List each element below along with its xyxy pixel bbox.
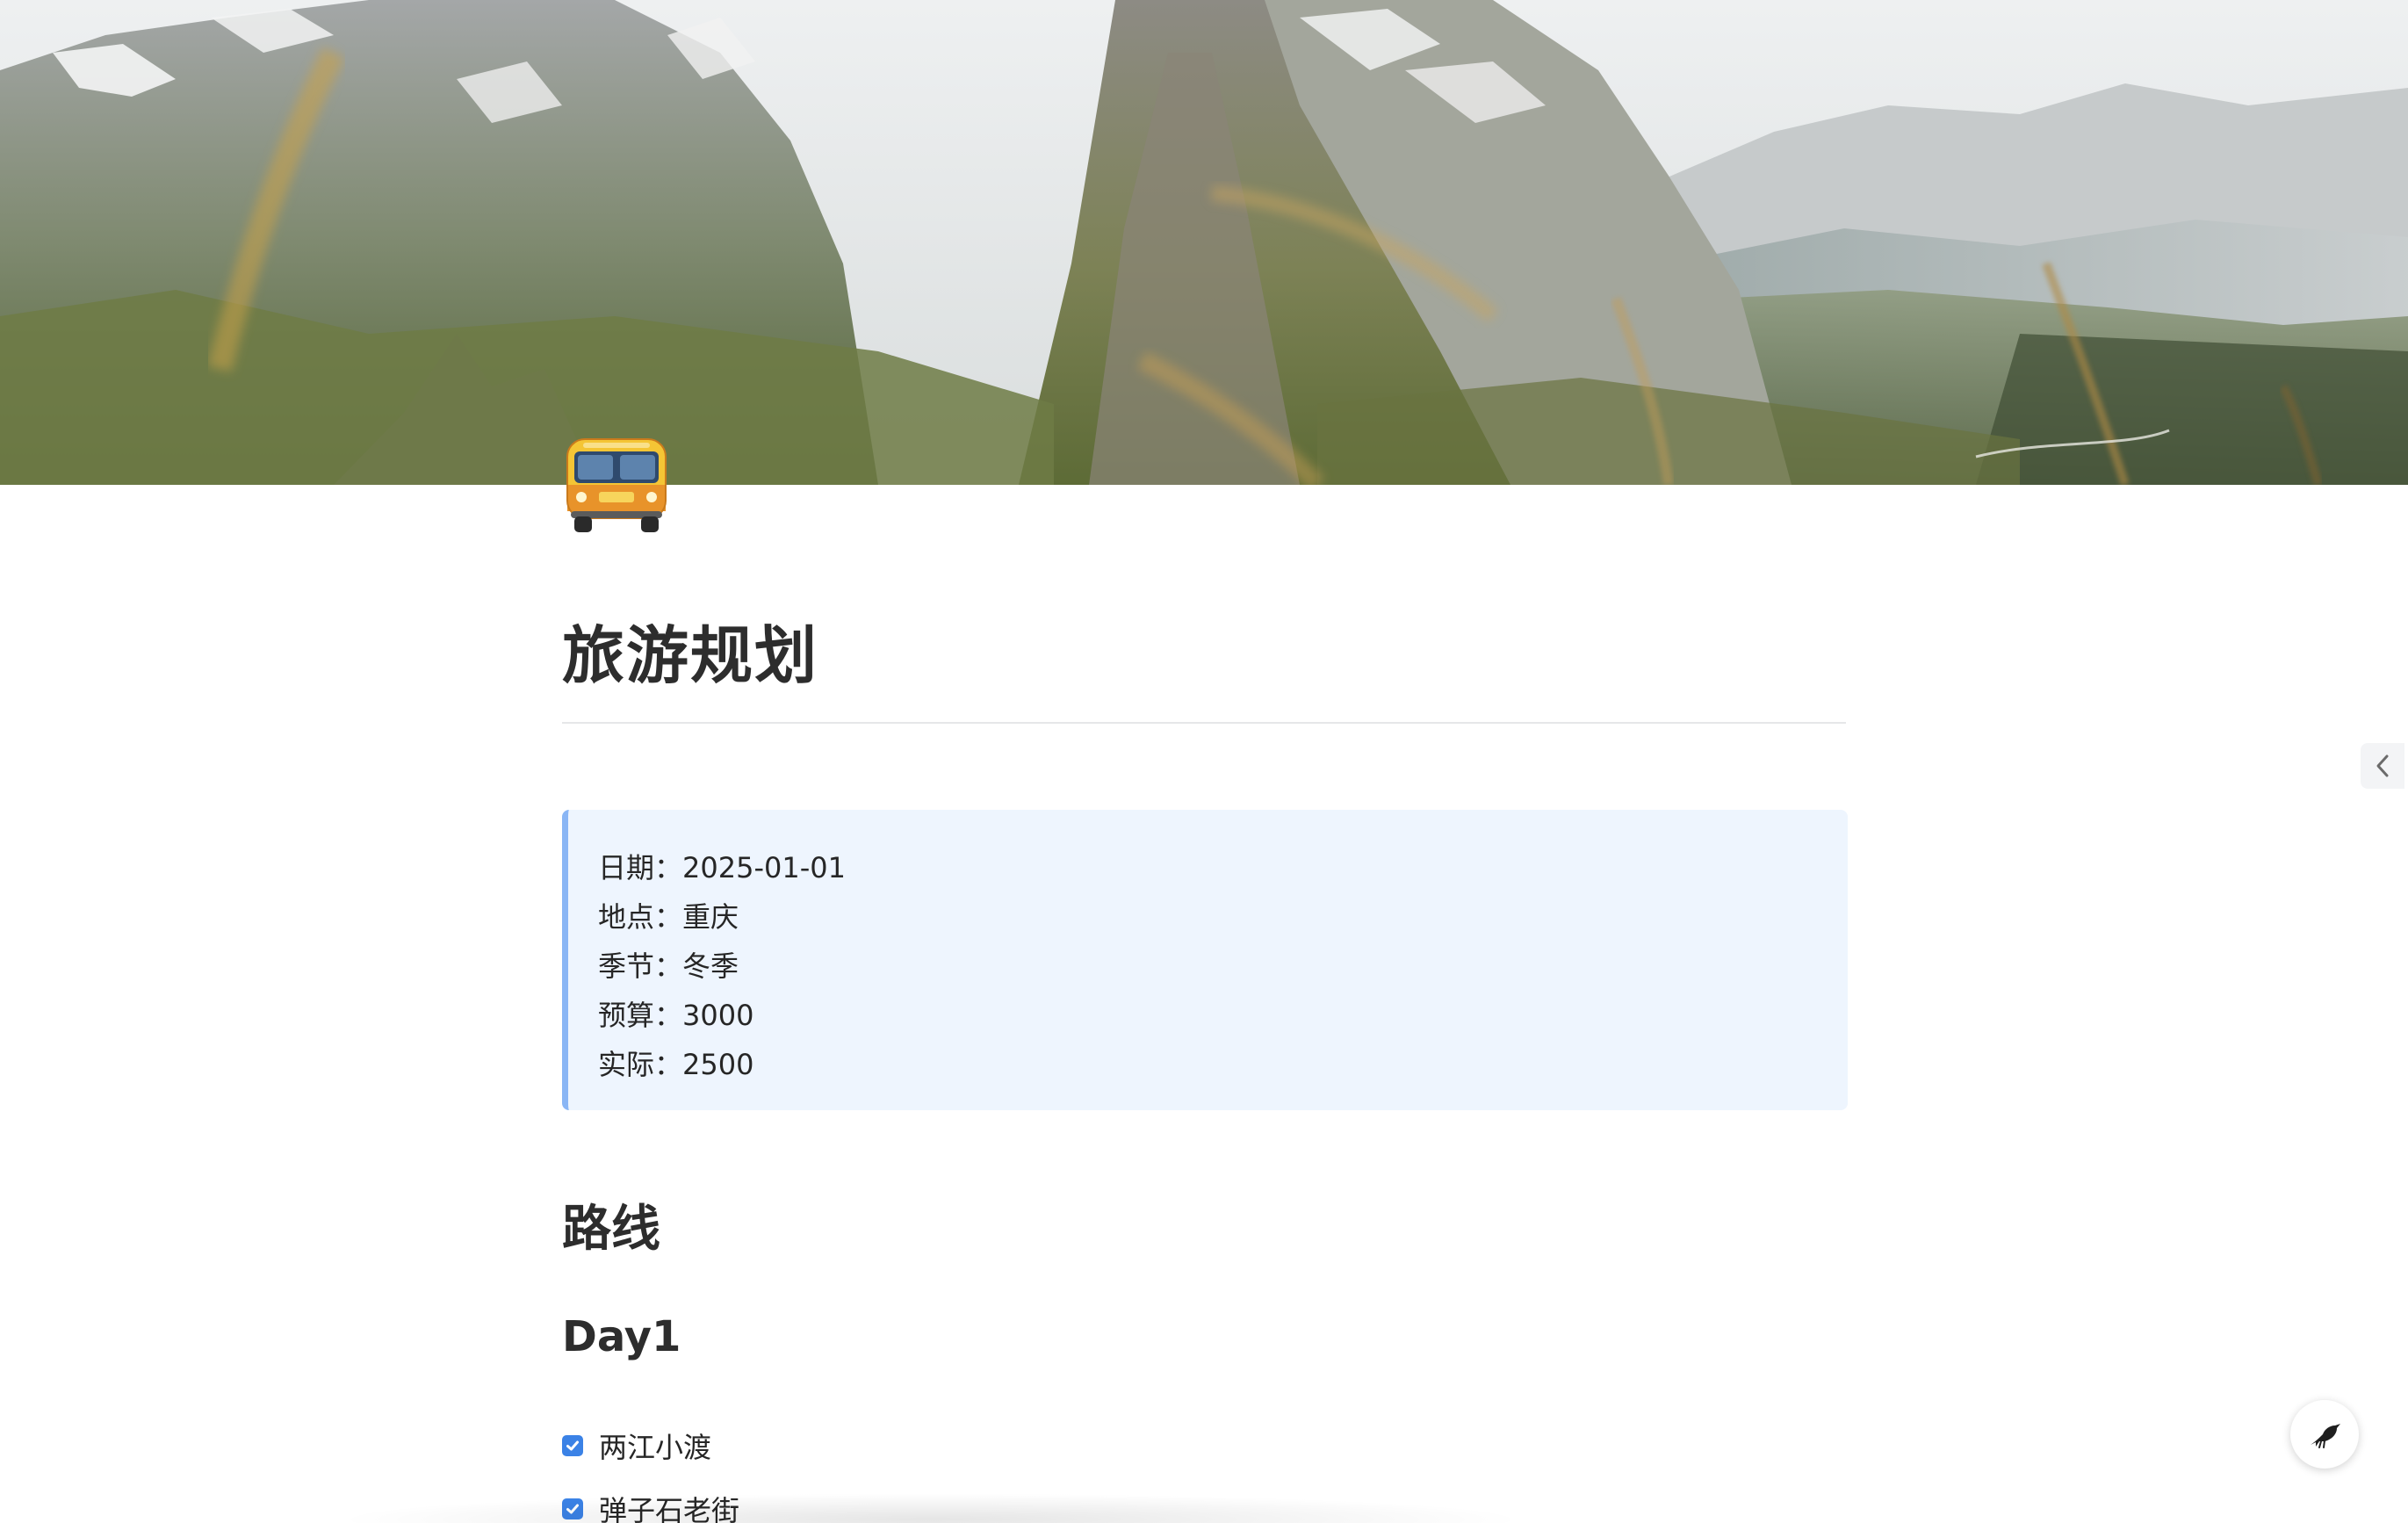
- callout-line-date[interactable]: 日期：2025-01-01: [598, 843, 1848, 892]
- mountain-landscape-image: [0, 0, 2408, 485]
- bird-icon: [2311, 1424, 2340, 1448]
- callout-line-location[interactable]: 地点：重庆: [598, 892, 1848, 942]
- chevron-left-icon: [2376, 754, 2389, 777]
- todo-item[interactable]: 两江小渡: [562, 1425, 711, 1467]
- info-callout[interactable]: 日期：2025-01-01 地点：重庆 季节：冬季 预算：3000 实际：250…: [562, 810, 1848, 1110]
- cover-image[interactable]: [0, 0, 2408, 485]
- route-heading[interactable]: 路线: [562, 1189, 660, 1260]
- page-title[interactable]: 旅游规划: [562, 606, 818, 696]
- check-icon: [566, 1440, 579, 1451]
- season-label: 季节：: [598, 949, 683, 983]
- season-value: 冬季: [682, 949, 739, 983]
- callout-line-actual[interactable]: 实际：2500: [598, 1040, 1848, 1089]
- location-label: 地点：: [598, 900, 683, 934]
- date-value: 2025-01-01: [682, 851, 846, 884]
- callout-line-season[interactable]: 季节：冬季: [598, 942, 1848, 991]
- day1-heading[interactable]: Day1: [562, 1312, 681, 1361]
- title-divider: [562, 722, 1846, 724]
- actual-label: 实际：: [598, 1048, 683, 1081]
- page: 旅游规划 日期：2025-01-01 地点：重庆 季节：冬季 预算：3000 实…: [0, 0, 2408, 1523]
- actual-value: 2500: [682, 1048, 754, 1081]
- callout-line-budget[interactable]: 预算：3000: [598, 991, 1848, 1040]
- todo-text[interactable]: 两江小渡: [599, 1426, 711, 1466]
- bus-icon[interactable]: [562, 434, 671, 536]
- bottom-toolbar-shadow: [334, 1493, 1528, 1523]
- floating-assistant-button[interactable]: [2290, 1400, 2359, 1469]
- date-label: 日期：: [598, 851, 683, 884]
- location-value: 重庆: [682, 900, 739, 934]
- budget-label: 预算：: [598, 999, 683, 1032]
- budget-value: 3000: [682, 999, 754, 1032]
- checkbox-checked[interactable]: [562, 1435, 583, 1456]
- outline-toggle-button[interactable]: [2361, 743, 2404, 789]
